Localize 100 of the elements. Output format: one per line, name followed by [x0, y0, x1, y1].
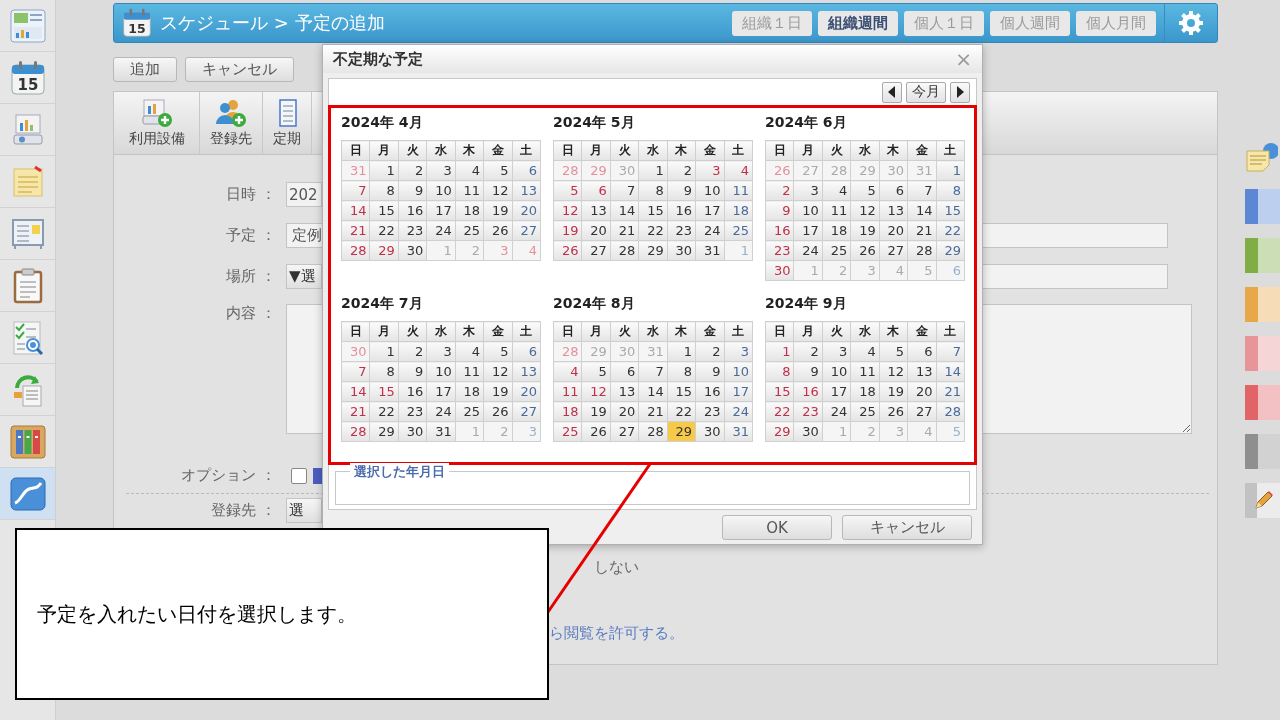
- weekday-header: 火: [822, 321, 851, 342]
- dialog-button[interactable]: キャンセル: [842, 515, 972, 540]
- day-cell[interactable]: 28: [341, 421, 370, 442]
- day-cell[interactable]: 2: [765, 180, 794, 201]
- weekday-header: 土: [936, 321, 965, 342]
- previous-button[interactable]: [882, 81, 902, 103]
- weekday-header: 木: [455, 140, 484, 161]
- next-button[interactable]: [950, 81, 970, 103]
- day-cell[interactable]: 7: [341, 361, 370, 382]
- toolbar-button[interactable]: 定期: [263, 92, 312, 154]
- weekday-header: 水: [426, 140, 456, 161]
- day-cell[interactable]: 28: [341, 240, 370, 261]
- color-swatch[interactable]: [1245, 189, 1280, 224]
- weekday-header: 水: [426, 321, 456, 342]
- color-swatch[interactable]: [1245, 385, 1280, 420]
- day-cell[interactable]: 4: [553, 361, 582, 382]
- action-button[interactable]: キャンセル: [185, 57, 294, 82]
- pencil-button[interactable]: [1245, 483, 1280, 518]
- weekday-header: 木: [879, 321, 908, 342]
- weekday-header: 月: [369, 321, 399, 342]
- weekday-header: 日: [341, 321, 370, 342]
- date-field[interactable]: 202: [286, 182, 322, 207]
- weekday-header: 金: [695, 140, 725, 161]
- day-cell[interactable]: 1: [765, 341, 794, 362]
- weekday-header: 金: [483, 321, 513, 342]
- sidebar-item[interactable]: 15: [0, 52, 55, 104]
- day-cell[interactable]: 30: [765, 260, 794, 281]
- color-swatch[interactable]: [1245, 238, 1280, 273]
- weekday-header: 水: [850, 140, 880, 161]
- month-title: 2024年 9月: [765, 295, 848, 313]
- weekday-header: 土: [512, 140, 541, 161]
- weekday-header: 水: [638, 321, 668, 342]
- field-label: 日時 ：: [225, 185, 276, 204]
- day-cell[interactable]: 25: [553, 421, 582, 442]
- color-swatch[interactable]: [1245, 336, 1280, 371]
- weekday-header: 月: [793, 140, 823, 161]
- selected-dates-legend: 選択した年月日: [350, 463, 449, 481]
- day-cell[interactable]: 21: [341, 220, 370, 241]
- day-cell[interactable]: 9: [765, 200, 794, 221]
- day-cell[interactable]: 22: [765, 401, 794, 422]
- weekday-header: 日: [341, 140, 370, 161]
- weekday-header: 月: [369, 140, 399, 161]
- month-title: 2024年 7月: [341, 295, 424, 313]
- sidebar-item[interactable]: [0, 468, 55, 520]
- weekday-header: 木: [667, 140, 696, 161]
- weekday-header: 水: [638, 140, 668, 161]
- select-button[interactable]: 選: [286, 497, 322, 523]
- day-cell[interactable]: 18: [553, 401, 582, 422]
- calendar-sheet-icon: [277, 98, 297, 128]
- dialog-title: 不定期な予定: [333, 49, 423, 69]
- day-cell[interactable]: 26: [553, 240, 582, 261]
- month-title: 2024年 4月: [341, 114, 424, 132]
- weekday-header: 日: [765, 140, 794, 161]
- day-cell[interactable]: 8: [765, 361, 794, 382]
- month-title: 2024年 5月: [553, 114, 636, 132]
- action-button[interactable]: 追加: [113, 57, 177, 82]
- day-cell[interactable]: 12: [553, 200, 582, 221]
- field-label: 内容 ：: [225, 304, 276, 323]
- day-cell[interactable]: 11: [553, 381, 582, 402]
- this-month-button[interactable]: 今月: [906, 81, 946, 103]
- callout-text: 予定を入れたい日付を選択します。: [37, 600, 357, 628]
- weekday-header: 金: [907, 321, 937, 342]
- user-add-icon: [215, 98, 247, 128]
- weekday-header: 木: [455, 321, 484, 342]
- page-title: スケジュール > 予定の追加: [160, 11, 386, 35]
- toolbar-button[interactable]: 利用設備: [114, 92, 200, 154]
- weekday-header: 土: [512, 321, 541, 342]
- color-swatch[interactable]: [1245, 287, 1280, 322]
- weekday-header: 水: [850, 321, 880, 342]
- weekday-header: 土: [936, 140, 965, 161]
- day-cell[interactable]: 15: [765, 381, 794, 402]
- weekday-header: 金: [907, 140, 937, 161]
- settings-icon[interactable]: [1178, 10, 1204, 36]
- day-cell[interactable]: 14: [341, 381, 370, 402]
- weekday-header: 木: [879, 140, 908, 161]
- dialog-button[interactable]: OK: [722, 515, 832, 540]
- day-cell[interactable]: 19: [553, 220, 582, 241]
- weekday-header: 金: [483, 140, 513, 161]
- memo-icon: [10, 164, 45, 199]
- left-triangle-icon: [888, 86, 896, 98]
- note-icon[interactable]: [1245, 143, 1278, 175]
- day-cell[interactable]: 29: [765, 421, 794, 442]
- right-triangle-icon: [956, 86, 964, 98]
- toolbar-button[interactable]: 登録先: [200, 92, 263, 154]
- view-tab[interactable]: 組織週間: [818, 10, 898, 36]
- location-select[interactable]: ▼選: [286, 264, 322, 289]
- color-swatch[interactable]: [1245, 434, 1280, 469]
- field-label: 予定 ：: [225, 226, 276, 245]
- day-cell[interactable]: 23: [765, 240, 794, 261]
- weekday-header: 火: [610, 140, 639, 161]
- day-cell[interactable]: 16: [765, 220, 794, 241]
- field-label: 登録先 ：: [210, 500, 276, 520]
- day-cell[interactable]: 5: [553, 180, 582, 201]
- chart-icon: [9, 476, 46, 511]
- day-cell[interactable]: 21: [341, 401, 370, 422]
- weekday-header: 土: [724, 140, 753, 161]
- day-cell[interactable]: 7: [341, 180, 370, 201]
- month-title: 2024年 8月: [553, 295, 636, 313]
- option-checkbox[interactable]: [291, 467, 307, 484]
- day-cell[interactable]: 14: [341, 200, 370, 221]
